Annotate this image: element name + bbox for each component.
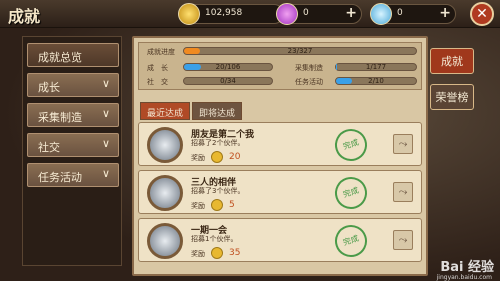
achievement-list: 朋友是第二个我 招募了2个伙伴。 奖励 20 完成 ⤳ 三人的相伴 招募了3个伙… [138, 122, 422, 274]
reward-amount: 20 [229, 152, 241, 162]
share-button[interactable]: ⤳ [393, 134, 413, 154]
gem-value: 0 [303, 8, 309, 18]
gold-resource: 102,958 [178, 3, 284, 25]
stats-panel: 成就进度 23/327 成 长 20/106 社 交 0/34 采集制造 1/1… [138, 42, 422, 90]
watermark-url: jingyan.baidu.com [436, 274, 492, 281]
achievement-panel: 成就进度 23/327 成 长 20/106 社 交 0/34 采集制造 1/1… [132, 36, 428, 276]
chevron-down-icon: ∨ [101, 167, 110, 180]
sidebar-item-label: 成就总览 [38, 51, 82, 64]
achievement-desc: 招募了2个伙伴。 [191, 139, 245, 147]
progress-text: 23/327 [287, 47, 313, 55]
achievement-desc: 招募了3个伙伴。 [191, 187, 245, 195]
coin-icon [211, 247, 223, 259]
task-label: 任务活动 [295, 78, 323, 86]
growth-text: 20/106 [215, 63, 241, 71]
reward-amount: 5 [229, 200, 235, 210]
chevron-down-icon: ∨ [101, 137, 110, 150]
list-item: 一期一会 招募1个伙伴。 奖励 35 完成 ⤳ [138, 218, 422, 262]
sidebar-item-gather[interactable]: 采集制造 ∨ [27, 103, 119, 127]
reward-label: 奖励 [191, 202, 205, 210]
tab-achievement[interactable]: 成就 [430, 48, 474, 74]
gem-resource: 0 + [276, 3, 362, 25]
share-icon: ⤳ [398, 137, 408, 150]
diamond-resource: 0 + [370, 3, 456, 25]
sidebar-item-label: 成长 [38, 81, 60, 94]
gather-label: 采集制造 [295, 64, 323, 72]
sidebar: 成就总览 成长 ∨ 采集制造 ∨ 社交 ∨ 任务活动 ∨ [22, 36, 122, 266]
gold-coin-icon [178, 3, 200, 25]
sidebar-item-label: 任务活动 [38, 171, 82, 184]
task-text: 2/10 [368, 77, 384, 85]
growth-bar: 20/106 [183, 63, 273, 71]
diamond-icon [370, 3, 392, 25]
sidebar-item-label: 社交 [38, 141, 60, 154]
social-text: 0/34 [220, 77, 236, 85]
purple-gem-icon [276, 3, 298, 25]
tab-honor[interactable]: 荣誉榜 [430, 84, 474, 110]
reward-label: 奖励 [191, 154, 205, 162]
completed-stamp: 完成 [330, 172, 372, 214]
coin-icon [211, 151, 223, 163]
sidebar-item-growth[interactable]: 成长 ∨ [27, 73, 119, 97]
sidebar-item-tasks[interactable]: 任务活动 ∨ [27, 163, 119, 187]
tab-upcoming[interactable]: 即将达成 [192, 102, 243, 120]
reward-amount: 35 [229, 248, 241, 258]
share-icon: ⤳ [398, 185, 408, 198]
share-icon: ⤳ [398, 233, 408, 246]
coin-icon [211, 199, 223, 211]
chevron-down-icon: ∨ [101, 77, 110, 90]
social-bar: 0/34 [183, 77, 273, 85]
progress-bar: 23/327 [183, 47, 417, 55]
medal-icon [147, 223, 183, 259]
share-button[interactable]: ⤳ [393, 182, 413, 202]
medal-icon [147, 127, 183, 163]
completed-stamp: 完成 [330, 124, 372, 166]
reward-label: 奖励 [191, 250, 205, 258]
gold-value: 102,958 [205, 8, 243, 18]
completed-stamp: 完成 [330, 220, 372, 262]
diamond-value: 0 [397, 8, 403, 18]
gather-text: 1/177 [365, 63, 387, 71]
gather-bar: 1/177 [335, 63, 417, 71]
sidebar-item-overview[interactable]: 成就总览 [27, 43, 119, 67]
list-item: 三人的相伴 招募了3个伙伴。 奖励 5 完成 ⤳ [138, 170, 422, 214]
close-button[interactable]: ✕ [470, 2, 494, 26]
add-gem-button[interactable]: + [345, 5, 357, 21]
close-icon: ✕ [476, 6, 488, 22]
chevron-down-icon: ∨ [101, 107, 110, 120]
sidebar-item-social[interactable]: 社交 ∨ [27, 133, 119, 157]
tab-recent[interactable]: 最近达成 [140, 102, 191, 120]
page-title: 成就 [8, 7, 41, 26]
top-bar: 成就 102,958 0 + 0 + ✕ [0, 0, 500, 28]
growth-label: 成 长 [147, 64, 168, 72]
share-button[interactable]: ⤳ [393, 230, 413, 250]
achievement-desc: 招募1个伙伴。 [191, 235, 238, 243]
sidebar-item-label: 采集制造 [38, 111, 82, 124]
progress-label: 成就进度 [147, 48, 175, 56]
medal-icon [147, 175, 183, 211]
list-item: 朋友是第二个我 招募了2个伙伴。 奖励 20 完成 ⤳ [138, 122, 422, 166]
watermark: Bai 经验 [440, 260, 494, 275]
add-diamond-button[interactable]: + [439, 5, 451, 21]
task-bar: 2/10 [335, 77, 417, 85]
social-label: 社 交 [147, 78, 168, 86]
